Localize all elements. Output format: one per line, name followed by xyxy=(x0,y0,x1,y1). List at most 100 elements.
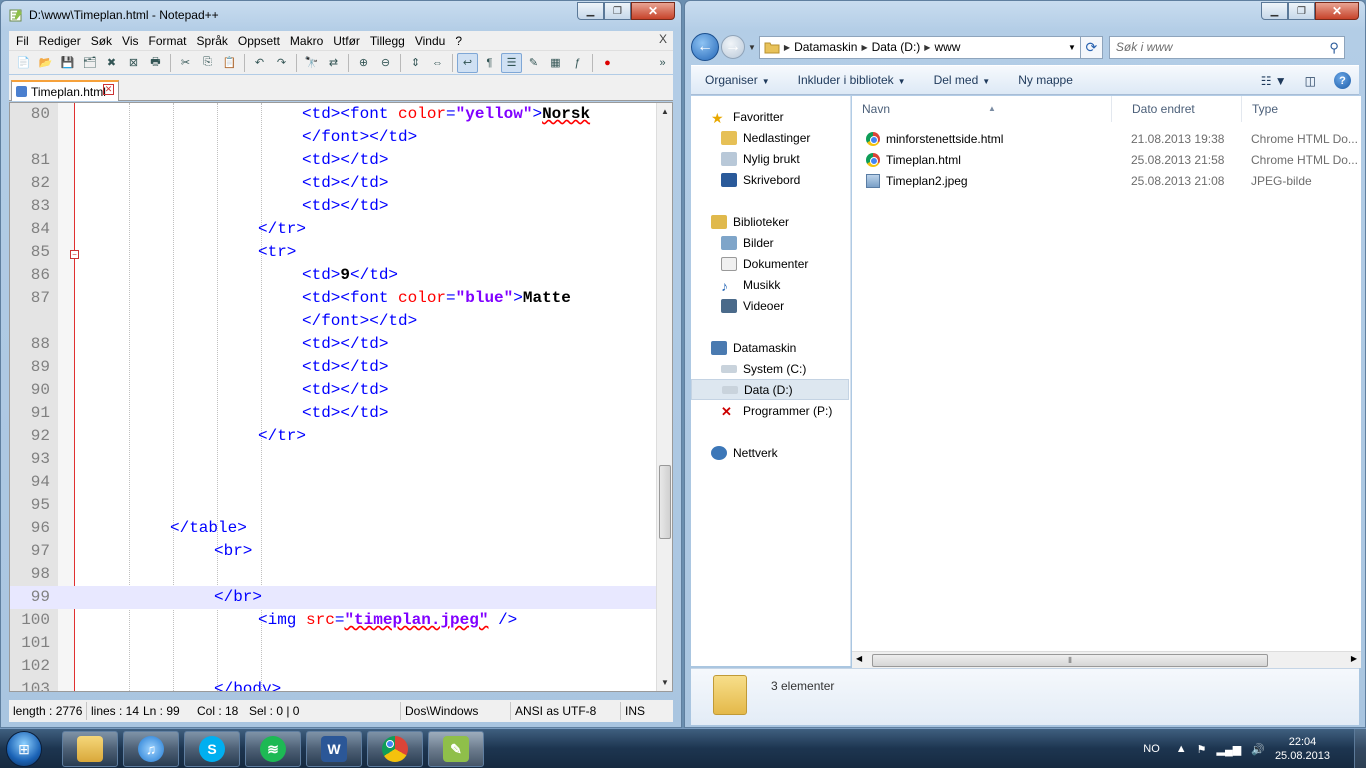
horizontal-scrollbar[interactable]: ◀ ⦀ ▶ xyxy=(852,651,1361,668)
menu-vis[interactable]: Vis xyxy=(122,34,138,48)
nav-downloads[interactable]: Nedlastinger xyxy=(691,127,849,148)
menu-format[interactable]: Format xyxy=(149,34,187,48)
replace-icon[interactable]: ⇄ xyxy=(323,53,344,73)
redo-icon[interactable]: ↷ xyxy=(271,53,292,73)
nav-music[interactable]: ♪ Musikk xyxy=(691,274,849,295)
nav-pictures[interactable]: Bilder xyxy=(691,232,849,253)
sync-vertical-icon[interactable]: ⇕ xyxy=(405,53,426,73)
nav-drive-p[interactable]: ✕ Programmer (P:) xyxy=(691,400,849,421)
network-signal-icon[interactable]: ▂▄▆ xyxy=(1217,743,1242,756)
zoom-in-icon[interactable]: ⊕ xyxy=(353,53,374,73)
clock[interactable]: 22:04 25.08.2013 xyxy=(1275,735,1330,763)
taskbar-notepadpp[interactable]: ✎ xyxy=(428,731,484,767)
maximize-button[interactable]: ❐ xyxy=(1288,2,1315,20)
breadcrumb-www[interactable]: www xyxy=(934,40,960,54)
close-document-button[interactable]: X xyxy=(659,32,667,46)
action-center-icon[interactable]: ⚑ xyxy=(1197,743,1207,756)
breadcrumb-arrow-icon[interactable]: ▶ xyxy=(861,43,867,52)
menu-utfor[interactable]: Utfør xyxy=(333,34,360,48)
new-folder-button[interactable]: Ny mappe xyxy=(1018,73,1073,87)
file-row[interactable]: Timeplan2.jpeg 25.08.2013 21:08 JPEG-bil… xyxy=(866,170,1361,191)
nav-videos[interactable]: Videoer xyxy=(691,295,849,316)
menu-help[interactable]: ? xyxy=(455,34,462,48)
copy-icon[interactable]: ⎘ xyxy=(197,53,218,73)
nav-computer[interactable]: Datamaskin xyxy=(691,337,849,358)
volume-icon[interactable]: 🔊 xyxy=(1251,743,1265,756)
undo-icon[interactable]: ↶ xyxy=(249,53,270,73)
nav-favorites[interactable]: ★ Favoritter xyxy=(691,106,849,127)
sync-horizontal-icon[interactable]: ⇔ xyxy=(427,53,448,73)
function-list-icon[interactable]: ƒ xyxy=(567,53,588,73)
column-header-date[interactable]: Dato endret xyxy=(1122,96,1242,122)
find-icon[interactable]: 🔭 xyxy=(301,53,322,73)
open-file-icon[interactable]: 📂 xyxy=(35,53,56,73)
toolbar-overflow-icon[interactable]: » xyxy=(652,53,673,73)
paste-icon[interactable]: 📋 xyxy=(219,53,240,73)
indent-guide-icon[interactable]: ☰ xyxy=(501,52,522,73)
taskbar-spotify[interactable]: ≋ xyxy=(245,731,301,767)
share-with-button[interactable]: Del med ▼ xyxy=(934,73,991,87)
cut-icon[interactable]: ✂ xyxy=(175,53,196,73)
organize-button[interactable]: Organiser ▼ xyxy=(705,73,770,87)
preview-pane-icon[interactable]: ◫ xyxy=(1305,74,1316,88)
record-macro-icon[interactable]: ● xyxy=(597,53,618,73)
save-icon[interactable]: 💾 xyxy=(57,53,78,73)
close-all-icon[interactable]: ⊠ xyxy=(123,53,144,73)
show-all-chars-icon[interactable]: ¶ xyxy=(479,53,500,73)
taskbar-itunes[interactable]: ♫ xyxy=(123,731,179,767)
user-language-icon[interactable]: ✎ xyxy=(523,53,544,73)
scroll-thumb[interactable]: ⦀ xyxy=(872,654,1268,667)
new-file-icon[interactable]: 📄 xyxy=(13,53,34,73)
refresh-icon[interactable]: ⟳ xyxy=(1080,35,1103,59)
scroll-down-icon[interactable]: ▼ xyxy=(661,678,669,687)
tab-close-icon[interactable]: ✕ xyxy=(103,84,114,95)
scroll-thumb[interactable] xyxy=(659,465,671,539)
nav-libraries[interactable]: Biblioteker xyxy=(691,211,849,232)
minimize-button[interactable]: ▁ xyxy=(577,2,604,20)
scroll-up-icon[interactable]: ▲ xyxy=(661,107,669,116)
address-dropdown-icon[interactable]: ▼ xyxy=(1068,43,1076,52)
address-bar[interactable]: ▶ Datamaskin ▶ Data (D:) ▶ www ▼ xyxy=(758,35,1081,59)
include-in-library-button[interactable]: Inkluder i bibliotek ▼ xyxy=(798,73,906,87)
doc-map-icon[interactable]: ▦ xyxy=(545,53,566,73)
show-hidden-icons-icon[interactable]: ▲ xyxy=(1176,743,1187,755)
maximize-button[interactable]: ❐ xyxy=(604,2,631,20)
language-indicator[interactable]: NO xyxy=(1143,743,1160,755)
minimize-button[interactable]: ▁ xyxy=(1261,2,1288,20)
menu-fil[interactable]: Fil xyxy=(16,34,29,48)
taskbar-word[interactable]: W xyxy=(306,731,362,767)
nav-desktop[interactable]: Skrivebord xyxy=(691,169,849,190)
nav-drive-c[interactable]: System (C:) xyxy=(691,358,849,379)
file-row[interactable]: Timeplan.html 25.08.2013 21:58 Chrome HT… xyxy=(866,149,1361,170)
tab-timeplan[interactable]: Timeplan.html ✕ xyxy=(11,80,119,101)
vertical-scrollbar[interactable]: ▲ ▼ xyxy=(656,103,672,691)
recent-pages-icon[interactable]: ▼ xyxy=(748,43,756,52)
breadcrumb-data-d[interactable]: Data (D:) xyxy=(872,40,921,54)
zoom-out-icon[interactable]: ⊖ xyxy=(375,53,396,73)
menu-makro[interactable]: Makro xyxy=(290,34,323,48)
close-file-icon[interactable]: ✖ xyxy=(101,53,122,73)
breadcrumb-arrow-icon[interactable]: ▶ xyxy=(924,43,930,52)
menu-vindu[interactable]: Vindu xyxy=(415,34,445,48)
save-all-icon[interactable]: 🗂 xyxy=(79,53,100,73)
taskbar-explorer[interactable] xyxy=(62,731,118,767)
code-editor[interactable]: − 80 <td><font color="yellow">Norsk </fon… xyxy=(9,102,673,692)
menu-sok[interactable]: Søk xyxy=(91,34,112,48)
nav-recent[interactable]: Nylig brukt xyxy=(691,148,849,169)
nav-drive-d[interactable]: Data (D:) xyxy=(691,379,849,400)
taskbar-chrome[interactable] xyxy=(367,731,423,767)
view-options-icon[interactable]: ☷ ▼ xyxy=(1261,74,1287,88)
scroll-left-icon[interactable]: ◀ xyxy=(856,654,862,663)
forward-button[interactable]: → xyxy=(721,35,745,59)
nav-network[interactable]: Nettverk xyxy=(691,442,849,463)
help-icon[interactable]: ? xyxy=(1334,72,1351,89)
taskbar-skype[interactable]: S xyxy=(184,731,240,767)
nav-documents[interactable]: Dokumenter xyxy=(691,253,849,274)
breadcrumb-datamaskin[interactable]: Datamaskin xyxy=(794,40,857,54)
column-header-type[interactable]: Type xyxy=(1242,96,1361,122)
search-icon[interactable]: ⚲ xyxy=(1329,40,1339,56)
menu-tillegg[interactable]: Tillegg xyxy=(370,34,405,48)
word-wrap-icon[interactable]: ↩ xyxy=(457,52,478,73)
scroll-right-icon[interactable]: ▶ xyxy=(1351,654,1357,663)
breadcrumb-arrow-icon[interactable]: ▶ xyxy=(784,43,790,52)
